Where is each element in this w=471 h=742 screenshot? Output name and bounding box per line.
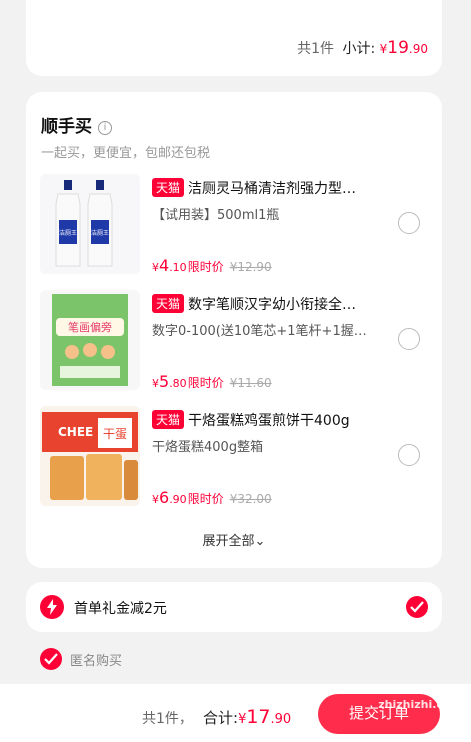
total-dec: .90 xyxy=(270,712,292,727)
shop-subtotal: 共1件 小计: ¥19.90 xyxy=(297,38,428,58)
old-price: ¥32.00 xyxy=(229,492,272,506)
product-price: ¥5.80限时价 ¥11.60 xyxy=(152,372,272,391)
select-radio[interactable] xyxy=(398,328,420,350)
check-icon xyxy=(44,653,58,665)
price-dec: .90 xyxy=(169,493,187,506)
expand-all-button[interactable]: 展开全部⌄ xyxy=(26,530,442,549)
tmall-tag: 天猫 xyxy=(152,294,185,313)
price-int: 6 xyxy=(159,488,170,507)
product-title: 天猫 干烙蛋糕鸡蛋煎饼干400g xyxy=(152,410,388,430)
product-spec[interactable]: 【试用装】500ml1瓶 xyxy=(152,204,388,223)
product-title: 天猫 洁厕灵马桶清洁剂强力型… xyxy=(152,178,388,198)
addon-title-row: 顺手买 i xyxy=(41,112,112,137)
anonymous-checkbox[interactable] xyxy=(40,648,62,670)
anonymous-label: 匿名购买 xyxy=(70,654,123,669)
product-title-text: 数字笔顺汉字幼小衔接全… xyxy=(188,297,357,313)
select-radio[interactable] xyxy=(398,444,420,466)
subtotal-dec: .90 xyxy=(408,42,428,56)
subtotal-label: 小计: xyxy=(342,41,376,57)
price-currency: ¥ xyxy=(152,377,159,390)
select-radio[interactable] xyxy=(398,212,420,234)
product-title: 天猫 数字笔顺汉字幼小衔接全… xyxy=(152,294,388,314)
product-image-workbook[interactable]: 笔画偏旁 xyxy=(40,290,140,390)
shop-count: 共1件 xyxy=(297,41,334,57)
price-int: 5 xyxy=(159,372,170,391)
total-amount: 合计:¥17.90 xyxy=(203,706,291,728)
product-title-text: 洁厕灵马桶清洁剂强力型… xyxy=(188,181,357,197)
price-label: 限时价 xyxy=(187,492,224,506)
price-int: 4 xyxy=(159,256,170,275)
addon-product[interactable]: 洁厕王 洁厕王 天猫 洁厕灵马桶清洁剂强力型… 【试用装】500ml1瓶 ¥4.1… xyxy=(40,174,434,284)
product-image-cleaner[interactable]: 洁厕王 洁厕王 xyxy=(40,174,140,274)
price-dec: .80 xyxy=(169,377,187,390)
product-image-biscuits[interactable]: CHEE 干蛋 xyxy=(40,406,140,506)
addon-product[interactable]: CHEE 干蛋 天猫 干烙蛋糕鸡蛋煎饼干400g 干烙蛋糕400g整箱 ¥6.90… xyxy=(40,406,434,516)
tmall-tag: 天猫 xyxy=(152,410,185,429)
product-price: ¥6.90限时价 ¥32.00 xyxy=(152,488,272,507)
old-price: ¥11.60 xyxy=(229,376,272,390)
expand-all-label: 展开全部 xyxy=(202,534,255,549)
price-label: 限时价 xyxy=(187,260,224,274)
info-icon[interactable]: i xyxy=(98,121,112,135)
price-label: 限时价 xyxy=(187,376,224,390)
chevron-down-icon: ⌄ xyxy=(254,534,266,549)
thumb-label: CHEE xyxy=(58,425,93,439)
product-spec[interactable]: 干烙蛋糕400g整箱 xyxy=(152,436,388,455)
tmall-tag: 天猫 xyxy=(152,178,185,197)
total-count: 共1件， xyxy=(142,711,193,727)
addon-section: 顺手买 i 一起买，更便宜，包邮还包税 洁厕王 洁厕王 天猫 洁厕灵马桶清洁剂强… xyxy=(26,92,442,568)
product-price: ¥4.10限时价 ¥12.90 xyxy=(152,256,272,275)
old-price: ¥12.90 xyxy=(229,260,272,274)
check-icon xyxy=(410,601,424,613)
price-currency: ¥ xyxy=(152,493,159,506)
subtotal-int: 19 xyxy=(387,38,409,58)
coupon-checkbox[interactable] xyxy=(406,596,428,618)
thumb-label: 洁厕王 xyxy=(91,229,109,237)
total-int: 17 xyxy=(246,706,271,728)
shop-order-card: 共1件 小计: ¥19.90 xyxy=(26,0,442,76)
price-currency: ¥ xyxy=(152,261,159,274)
thumb-label: 洁厕王 xyxy=(59,229,77,237)
price-dec: .10 xyxy=(169,261,187,274)
product-spec[interactable]: 数字0-100(送10笔芯+1笔杆+1握… xyxy=(152,320,388,339)
coupon-row[interactable]: 首单礼金减2元 xyxy=(26,582,442,632)
watermark: zhizhizhi.com xyxy=(378,698,462,711)
product-title-text: 干烙蛋糕鸡蛋煎饼干400g xyxy=(188,413,350,429)
lightning-icon xyxy=(40,595,64,619)
total-label: 合计: xyxy=(203,709,239,727)
addon-product[interactable]: 笔画偏旁 天猫 数字笔顺汉字幼小衔接全… 数字0-100(送10笔芯+1笔杆+1握… xyxy=(40,290,434,400)
thumb-label: 笔画偏旁 xyxy=(68,320,112,334)
thumb-label: 干蛋 xyxy=(103,427,127,441)
coupon-label: 首单礼金减2元 xyxy=(74,601,167,617)
addon-subtitle: 一起买，更便宜，包邮还包税 xyxy=(41,146,211,161)
addon-title: 顺手买 xyxy=(41,117,92,137)
